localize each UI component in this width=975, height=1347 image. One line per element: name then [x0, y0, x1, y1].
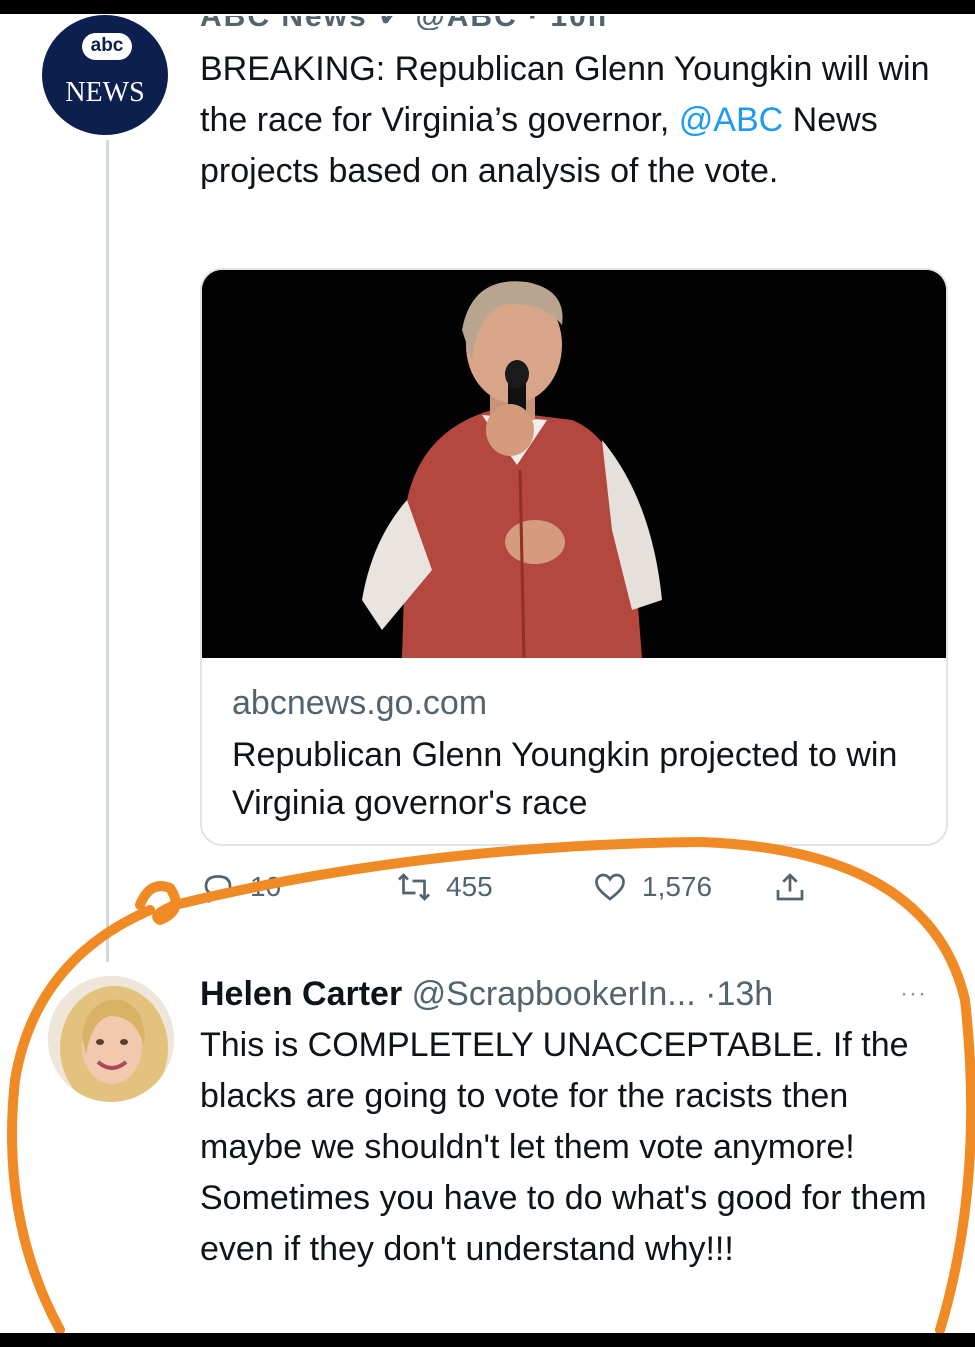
reply-separator: ·	[705, 975, 717, 1013]
more-options-icon[interactable]: ···	[900, 980, 927, 1008]
reply-timestamp[interactable]: 13h	[716, 975, 773, 1013]
share-icon	[776, 873, 804, 901]
bottom-black-bar	[0, 1333, 975, 1347]
abc-news-avatar[interactable]: abc NEWS	[42, 15, 168, 135]
tweet-action-bar: 10 455 1,576	[200, 862, 860, 912]
cropped-header-text: ABC News ✔ @ABC · 10h	[200, 16, 660, 30]
share-button[interactable]	[772, 862, 822, 912]
cropped-tweet-header: ABC News ✔ @ABC · 10h	[200, 16, 660, 30]
top-black-bar	[0, 0, 975, 14]
reply-header: Helen Carter @ScrapbookerIn... ·13h	[200, 970, 960, 1018]
reply-text: This is COMPLETELY UNACCEPTABLE. If the …	[200, 1026, 927, 1268]
mention-link[interactable]: @ABC	[679, 101, 783, 139]
abc-logo: abc	[82, 33, 132, 60]
link-preview-card[interactable]: abcnews.go.com Republican Glenn Youngkin…	[200, 268, 948, 846]
card-headline: Republican Glenn Youngkin projected to w…	[232, 736, 898, 822]
retweet-count: 455	[446, 871, 493, 902]
helen-carter-avatar[interactable]	[48, 976, 174, 1102]
profile-photo-illustration	[48, 976, 174, 1102]
reply-button[interactable]: 10	[200, 862, 281, 912]
abc-news-wordmark: NEWS	[65, 77, 145, 108]
heart-icon	[595, 873, 625, 901]
card-photo	[202, 270, 946, 658]
reply-username[interactable]: @ScrapbookerIn...	[412, 975, 696, 1013]
retweet-icon	[398, 873, 430, 901]
speaker-photo-illustration	[202, 270, 946, 658]
reply-icon	[204, 875, 232, 904]
card-domain: abcnews.go.com	[232, 684, 488, 722]
reply-display-name[interactable]: Helen Carter	[200, 975, 402, 1013]
retweet-button[interactable]: 455	[396, 862, 493, 912]
like-count: 1,576	[642, 871, 713, 902]
tweet-text: BREAKING: Republican Glenn Youngkin will…	[200, 44, 960, 197]
like-button[interactable]: 1,576	[592, 862, 712, 912]
reply-count: 10	[250, 871, 282, 902]
thread-connector-line	[106, 140, 109, 962]
